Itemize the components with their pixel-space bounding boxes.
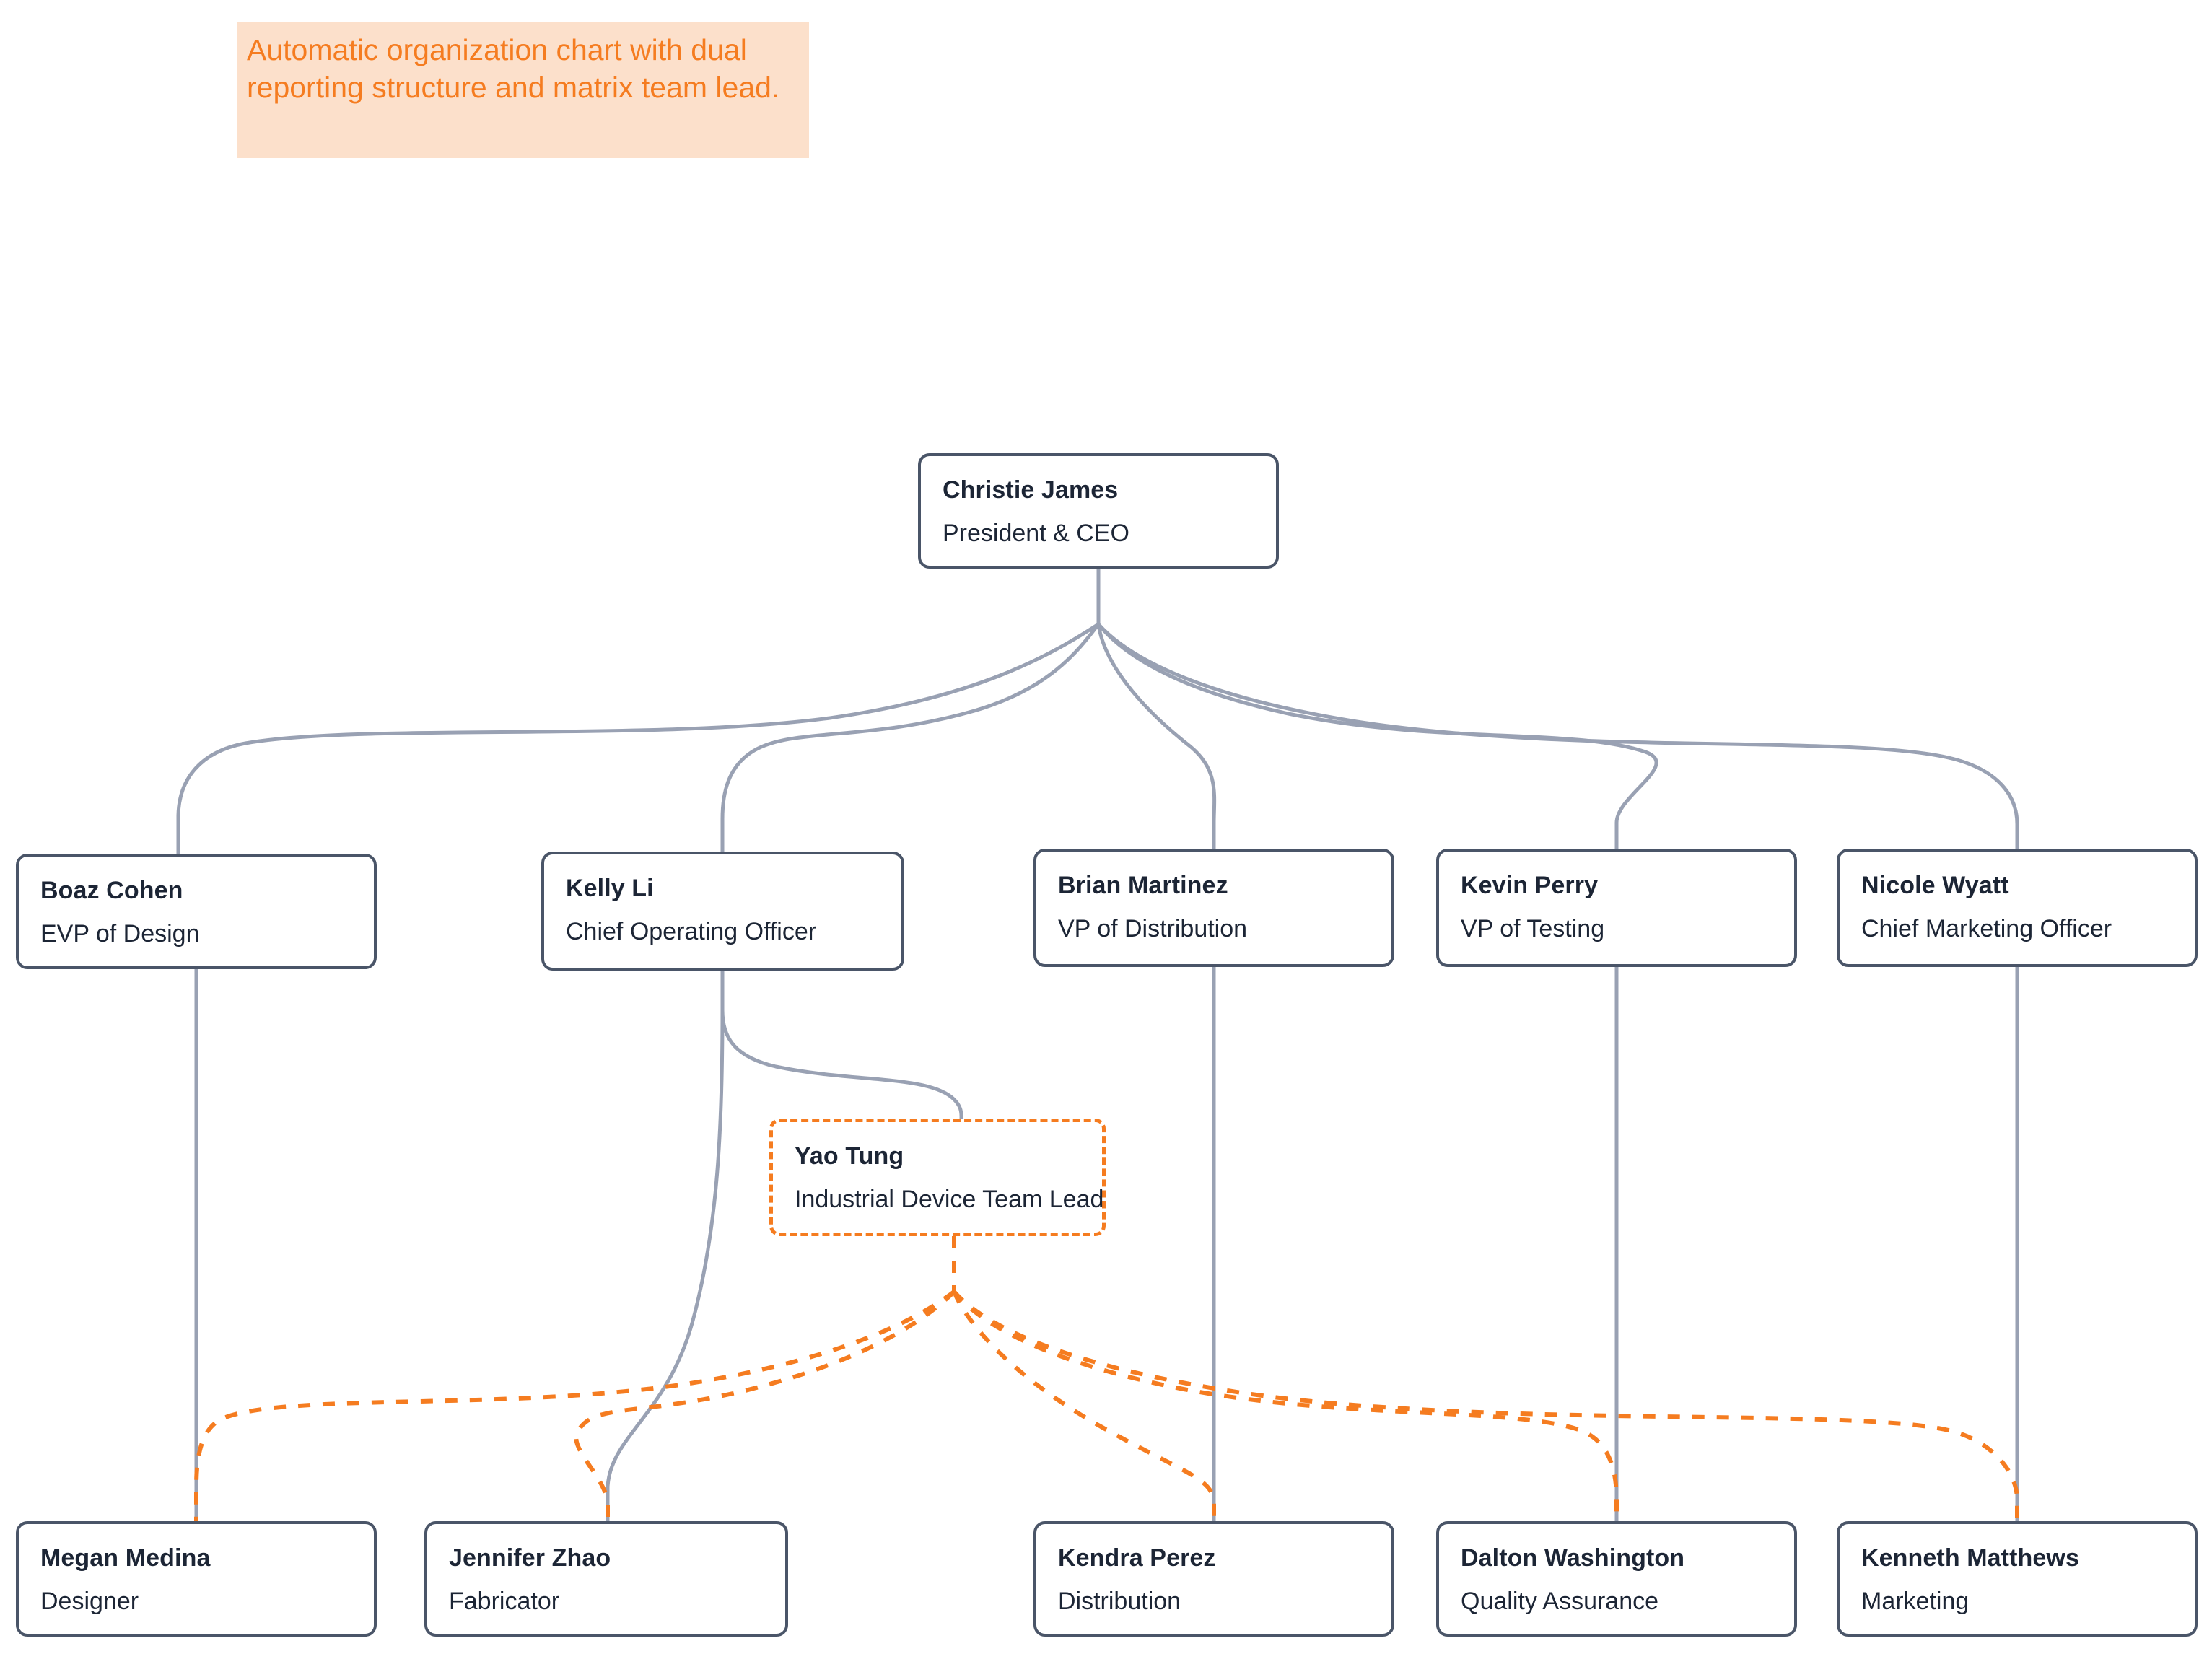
node-name: Christie James	[943, 476, 1119, 504]
org-chart-canvas: Automatic organization chart with dual r…	[0, 0, 2212, 1659]
edge-christie-kelly	[720, 622, 1101, 854]
node-boaz-cohen[interactable]: Boaz Cohen EVP of Design	[16, 854, 377, 969]
node-kevin-perry[interactable]: Kevin Perry VP of Testing	[1436, 849, 1797, 967]
node-name: Dalton Washington	[1461, 1544, 1685, 1572]
edge-yao-megan	[194, 1290, 956, 1521]
node-name: Nicole Wyatt	[1861, 872, 2009, 899]
annotation-callout: Automatic organization chart with dual r…	[237, 22, 809, 158]
annotation-text: Automatic organization chart with dual r…	[247, 33, 780, 104]
node-name: Brian Martinez	[1058, 872, 1228, 899]
edge-christie-boaz	[176, 622, 1101, 856]
edge-yao-kenneth	[952, 1290, 2019, 1521]
node-title: Quality Assurance	[1461, 1587, 1659, 1615]
edge-yao-dalton	[952, 1290, 1619, 1521]
node-name: Megan Medina	[40, 1544, 211, 1572]
node-name: Yao Tung	[795, 1142, 904, 1170]
node-megan-medina[interactable]: Megan Medina Designer	[16, 1521, 377, 1637]
node-title: Industrial Device Team Lead	[795, 1185, 1104, 1213]
edge-kelly-yao	[720, 1008, 963, 1122]
node-kendra-perez[interactable]: Kendra Perez Distribution	[1033, 1521, 1394, 1637]
node-name: Kelly Li	[566, 875, 654, 902]
node-nicole-wyatt[interactable]: Nicole Wyatt Chief Marketing Officer	[1837, 849, 2198, 967]
node-name: Kevin Perry	[1461, 872, 1599, 899]
node-title: Designer	[40, 1587, 139, 1615]
node-title: VP of Testing	[1461, 914, 1605, 942]
node-title: Marketing	[1861, 1587, 1970, 1615]
node-title: Chief Operating Officer	[566, 917, 817, 945]
node-title: VP of Distribution	[1058, 914, 1248, 942]
node-title: Fabricator	[449, 1587, 560, 1615]
edge-yao-jennifer	[574, 1290, 956, 1521]
node-kenneth-matthews[interactable]: Kenneth Matthews Marketing	[1837, 1521, 2198, 1637]
node-dalton-washington[interactable]: Dalton Washington Quality Assurance	[1436, 1521, 1797, 1637]
node-jennifer-zhao[interactable]: Jennifer Zhao Fabricator	[424, 1521, 788, 1637]
node-christie-james[interactable]: Christie James President & CEO	[918, 453, 1279, 569]
edge-christie-nicole	[1096, 622, 2019, 851]
node-title: President & CEO	[943, 519, 1129, 547]
node-kelly-li[interactable]: Kelly Li Chief Operating Officer	[541, 852, 904, 971]
edge-yao-kendra	[952, 1290, 1216, 1521]
node-title: Distribution	[1058, 1587, 1181, 1615]
node-yao-tung[interactable]: Yao Tung Industrial Device Team Lead	[769, 1119, 1106, 1236]
node-title: EVP of Design	[40, 919, 200, 947]
node-brian-martinez[interactable]: Brian Martinez VP of Distribution	[1033, 849, 1394, 967]
node-name: Jennifer Zhao	[449, 1544, 611, 1572]
edge-christie-brian	[1096, 622, 1217, 851]
edge-kelly-jennifer	[606, 1008, 725, 1523]
connector-layer	[176, 566, 2019, 1523]
node-name: Kendra Perez	[1058, 1544, 1216, 1572]
node-name: Kenneth Matthews	[1861, 1544, 2079, 1572]
edge-christie-kevin	[1096, 622, 1658, 851]
node-name: Boaz Cohen	[40, 877, 183, 904]
node-title: Chief Marketing Officer	[1861, 914, 2112, 942]
